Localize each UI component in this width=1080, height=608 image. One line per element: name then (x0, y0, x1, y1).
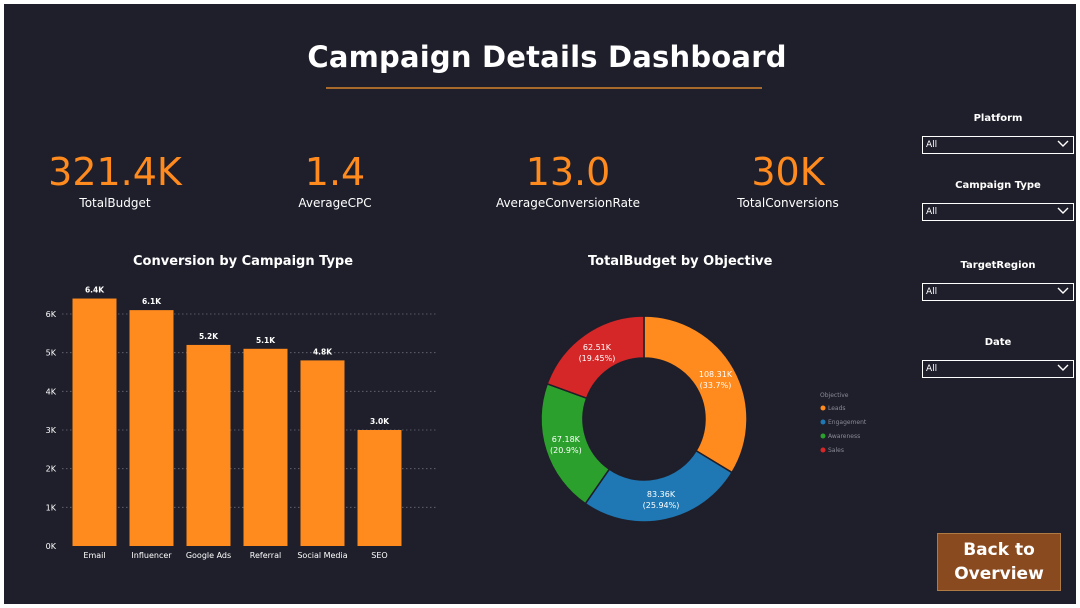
legend-marker (820, 419, 826, 425)
y-tick-label: 4K (46, 387, 57, 396)
chevron-down-icon (1057, 140, 1069, 147)
bar-data-label: 4.8K (313, 347, 333, 356)
dropdown-value: All (926, 207, 938, 217)
slice-value-label: 108.31K (699, 370, 733, 379)
campaign-type-dropdown[interactable]: All (922, 203, 1074, 221)
legend-marker (820, 447, 826, 453)
slice-percent-label: (20.9%) (550, 446, 582, 455)
back-to-overview-button[interactable]: Back to Overview (937, 533, 1061, 591)
bar-data-label: 6.1K (142, 297, 162, 306)
slice-value-label: 62.51K (583, 343, 612, 352)
y-tick-label: 1K (46, 503, 57, 512)
filter-label: TargetRegion (960, 260, 1036, 271)
bar[interactable] (357, 430, 402, 546)
legend-marker (820, 405, 826, 411)
x-tick-label: SEO (371, 551, 387, 560)
kpi-card-total-conversions: 30K TotalConversions (678, 146, 898, 210)
x-tick-label: Google Ads (186, 551, 231, 560)
filter-label: Campaign Type (955, 180, 1041, 191)
legend-item-label: Leads (828, 405, 846, 412)
bar[interactable] (300, 360, 345, 546)
kpi-card-average-cpc: 1.4 AverageCPC (225, 146, 445, 210)
y-tick-label: 5K (46, 349, 57, 358)
slice-percent-label: (33.7%) (700, 381, 732, 390)
kpi-label: AverageConversionRate (495, 196, 641, 210)
platform-dropdown[interactable]: All (922, 136, 1074, 154)
filter-label: Date (984, 337, 1012, 348)
legend-item-label: Awareness (828, 433, 860, 440)
bar[interactable] (129, 310, 174, 546)
y-tick-label: 6K (46, 310, 57, 319)
legend-marker (820, 433, 826, 439)
kpi-card-total-budget: 321.4K TotalBudget (5, 146, 225, 210)
bar[interactable] (186, 344, 231, 546)
bar-data-label: 5.2K (199, 332, 219, 341)
legend-item-label: Sales (828, 447, 844, 454)
y-tick-label: 3K (46, 426, 57, 435)
bar[interactable] (243, 348, 288, 546)
kpi-label: AverageCPC (298, 196, 372, 210)
chevron-down-icon (1057, 207, 1069, 214)
legend-item-label: Engagement (828, 419, 867, 426)
kpi-label: TotalBudget (79, 196, 151, 210)
x-tick-label: Email (83, 551, 105, 560)
slice-value-label: 83.36K (647, 490, 676, 499)
x-tick-label: Referral (250, 551, 281, 560)
donut-chart-title: TotalBudget by Objective (588, 254, 773, 269)
donut-chart: 108.31K (33.7%) 83.36K (25.94%) 67.18K (20.9%… (540, 315, 748, 523)
y-tick-label: 0K (46, 542, 57, 551)
bar[interactable] (72, 298, 117, 546)
filter-date: Date All (922, 337, 1074, 378)
bar-chart: 0K 1K 2K 3K 4K 5K 6K 6.4K Email 6.1K Influencer 5.2… (46, 286, 436, 560)
dashboard-canvas: Campaign Details Dashboard 321.4K TotalB… (4, 4, 1076, 604)
slice-percent-label: (25.94%) (643, 501, 680, 510)
filter-label: Platform (973, 113, 1023, 124)
x-tick-label: Influencer (131, 551, 172, 560)
kpi-card-average-conversion-rate: 13.0 AverageConversionRate (458, 146, 678, 210)
kpi-value: 13.0 (525, 150, 611, 194)
legend-title: Objective (820, 392, 849, 399)
kpi-value: 1.4 (304, 150, 366, 194)
kpi-value: 30K (751, 150, 825, 194)
bar-data-label: 3.0K (370, 417, 390, 426)
filter-platform: Platform All (922, 113, 1074, 154)
dropdown-value: All (926, 140, 938, 150)
x-tick-label: Social Media (297, 551, 347, 560)
y-tick-label: 2K (46, 465, 57, 474)
bar-data-label: 5.1K (256, 336, 276, 345)
donut-slice-leads[interactable] (643, 315, 748, 474)
title-underline (326, 87, 762, 89)
filter-target-region: TargetRegion All (922, 260, 1074, 301)
target-region-dropdown[interactable]: All (922, 283, 1074, 301)
page-title: Campaign Details Dashboard (307, 40, 787, 74)
bar-data-label: 6.4K (85, 286, 105, 295)
kpi-label: TotalConversions (737, 196, 839, 210)
date-dropdown[interactable]: All (922, 360, 1074, 378)
slice-percent-label: (19.45%) (579, 354, 616, 363)
kpi-value: 321.4K (48, 150, 182, 194)
filter-campaign-type: Campaign Type All (922, 180, 1074, 221)
bar-chart-title: Conversion by Campaign Type (133, 254, 354, 269)
chevron-down-icon (1057, 287, 1069, 294)
slice-value-label: 67.18K (552, 435, 581, 444)
dropdown-value: All (926, 287, 938, 297)
chevron-down-icon (1057, 364, 1069, 371)
dropdown-value: All (926, 364, 938, 374)
donut-legend: Objective Leads Engagement Awareness Sales (820, 392, 867, 454)
donut-slice-engagement[interactable] (584, 449, 734, 523)
